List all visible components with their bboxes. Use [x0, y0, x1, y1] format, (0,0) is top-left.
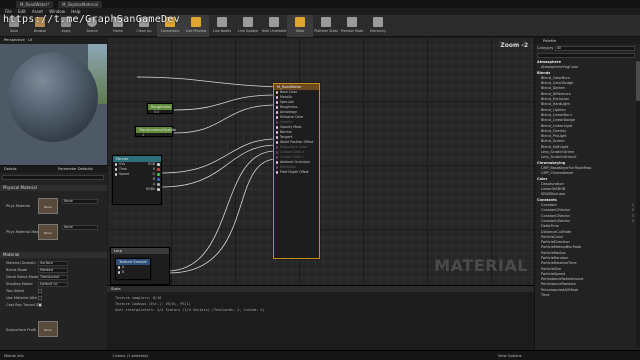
material-graph[interactable]: Roughness 0.5 TranslucencyOpacity 1 Pann…: [107, 37, 534, 285]
decal-blend-select[interactable]: Translucent: [38, 275, 68, 280]
zoom-level: Zoom -2: [500, 42, 528, 49]
live-update-icon: [243, 17, 253, 27]
translucency-constant-node[interactable]: TranslucencyOpacity 1: [135, 126, 176, 137]
palette-search-input[interactable]: [537, 53, 635, 58]
tab-details[interactable]: Details: [4, 167, 16, 171]
platform-stats-button[interactable]: Platform Stats: [313, 15, 339, 37]
hide-unrelated-icon: [269, 17, 279, 27]
palette-item[interactable]: Time: [535, 293, 635, 298]
live-update-button[interactable]: Live Update: [235, 15, 261, 37]
status-bar: Mobile info 1 items (1 selected) View Op…: [0, 350, 640, 360]
viewport-tabbar: Perspective Lit: [0, 37, 107, 44]
section-material[interactable]: Material: [0, 252, 107, 258]
live-nodes-icon: [217, 17, 227, 27]
stats-panel: Stats Texture samplers: 8/16 Texture Loo…: [107, 285, 534, 350]
stats-button[interactable]: Stats: [287, 15, 313, 37]
palette-category-label: Category: [537, 46, 554, 50]
details-search-input[interactable]: [2, 175, 104, 180]
shading-model-select[interactable]: Default Lit: [38, 282, 68, 287]
cast-ray-traced-checkbox[interactable]: [38, 303, 42, 307]
decal-blend-label: Decal Blend Mode: [6, 275, 39, 279]
panner-node[interactable]: Panner UVs RGB Time R Speed G B A RGBA: [112, 155, 162, 205]
stats-tab[interactable]: Stats: [107, 286, 534, 292]
hide-unrelated-button[interactable]: Hide Unrelated: [261, 15, 287, 37]
shading-model-label: Shading Model: [6, 282, 33, 286]
palette-scroll-thumb[interactable]: [636, 61, 640, 101]
palette-scrollbar[interactable]: [636, 60, 640, 348]
roughness-constant-node[interactable]: Roughness 0.5: [147, 103, 173, 114]
asset-tab-skybox[interactable]: M_SkyboxMaterial: [58, 1, 103, 8]
palette-tab[interactable]: Palette: [535, 37, 640, 44]
palette-panel: Palette Category All Atmosphere Atmospher…: [534, 37, 640, 350]
blend-mode-label: Blend Mode: [6, 268, 28, 272]
title-bar: M_RoadWater* M_SkyboxMaterial: [0, 0, 640, 8]
stats-line: User interpolators: 4/4 Scalars (1/4 Vec…: [115, 308, 265, 312]
viewport-perspective-button[interactable]: Perspective: [4, 38, 25, 42]
details-tabbar: Details Parameter Defaults: [0, 166, 107, 173]
two-sided-label: Two Sided: [6, 289, 24, 293]
two-sided-checkbox[interactable]: [38, 289, 42, 293]
phys-material-label: Phys Material: [6, 204, 31, 208]
phys-material-mask-label: Phys Material Mask: [6, 230, 41, 234]
stats-line: Texture Lookups (Est.): VS(0), PS(1): [115, 302, 191, 306]
phys-material-select[interactable]: None: [62, 199, 98, 204]
section-physical-material[interactable]: Physical Material: [0, 185, 107, 191]
use-material-attributes-checkbox[interactable]: [38, 296, 42, 300]
preview-state-icon: [347, 17, 357, 27]
tab-parameter-defaults[interactable]: Parameter Defaults: [58, 167, 93, 171]
main-material-node[interactable]: M_RoadWater Base Color Metallic Specular…: [273, 83, 320, 259]
details-panel: Details Parameter Defaults Physical Mate…: [0, 165, 107, 350]
hierarchy-icon: [373, 17, 383, 27]
preview-sphere: [8, 52, 98, 142]
phys-material-mask-thumbnail[interactable]: None: [38, 224, 58, 240]
channel-watermark: https://t.me/GraphSanGameDev: [3, 14, 180, 25]
viewport-lit-button[interactable]: Lit: [28, 38, 32, 42]
view-options-button[interactable]: View Options: [498, 351, 522, 360]
asset-tab-roadwater[interactable]: M_RoadWater*: [16, 1, 54, 8]
material-domain-label: Material Domain: [6, 261, 36, 265]
live-nodes-button[interactable]: Live Nodes: [209, 15, 235, 37]
blend-mode-select[interactable]: Masked: [38, 268, 68, 273]
live-preview-button[interactable]: Live Preview: [183, 15, 209, 37]
mobile-info-label: Mobile info: [4, 354, 24, 358]
stats-icon: [295, 17, 305, 27]
lerp-node[interactable]: Lerp Texture Sample A B: [110, 247, 170, 285]
phys-material-mask-select[interactable]: None: [62, 225, 98, 230]
platform-stats-icon: [321, 17, 331, 27]
live-preview-icon: [191, 17, 201, 27]
graph-wires: [136, 76, 278, 274]
palette-list: Atmosphere AtmosphericFogColor Blends Blend…: [535, 60, 635, 348]
phys-material-thumbnail[interactable]: None: [38, 198, 58, 214]
subsurface-profile-thumbnail[interactable]: None: [38, 321, 58, 337]
material-domain-select[interactable]: Surface: [38, 261, 68, 266]
selection-count: 1 items (1 selected): [112, 354, 148, 358]
texture-sample-node[interactable]: Texture Sample A B: [115, 258, 151, 280]
hierarchy-button[interactable]: Hierarchy: [365, 15, 391, 37]
subsurface-profile-label: Subsurface Profil: [6, 328, 37, 332]
preview-state-button[interactable]: Preview State: [339, 15, 365, 37]
stats-line: Texture samplers: 8/16: [115, 296, 162, 300]
material-watermark: MATERIAL: [434, 256, 528, 275]
use-material-attributes-label: Use Material Attri: [6, 296, 38, 300]
cast-ray-traced-label: Cast Ray Traced S: [6, 303, 39, 307]
palette-category-select[interactable]: All: [555, 46, 635, 51]
